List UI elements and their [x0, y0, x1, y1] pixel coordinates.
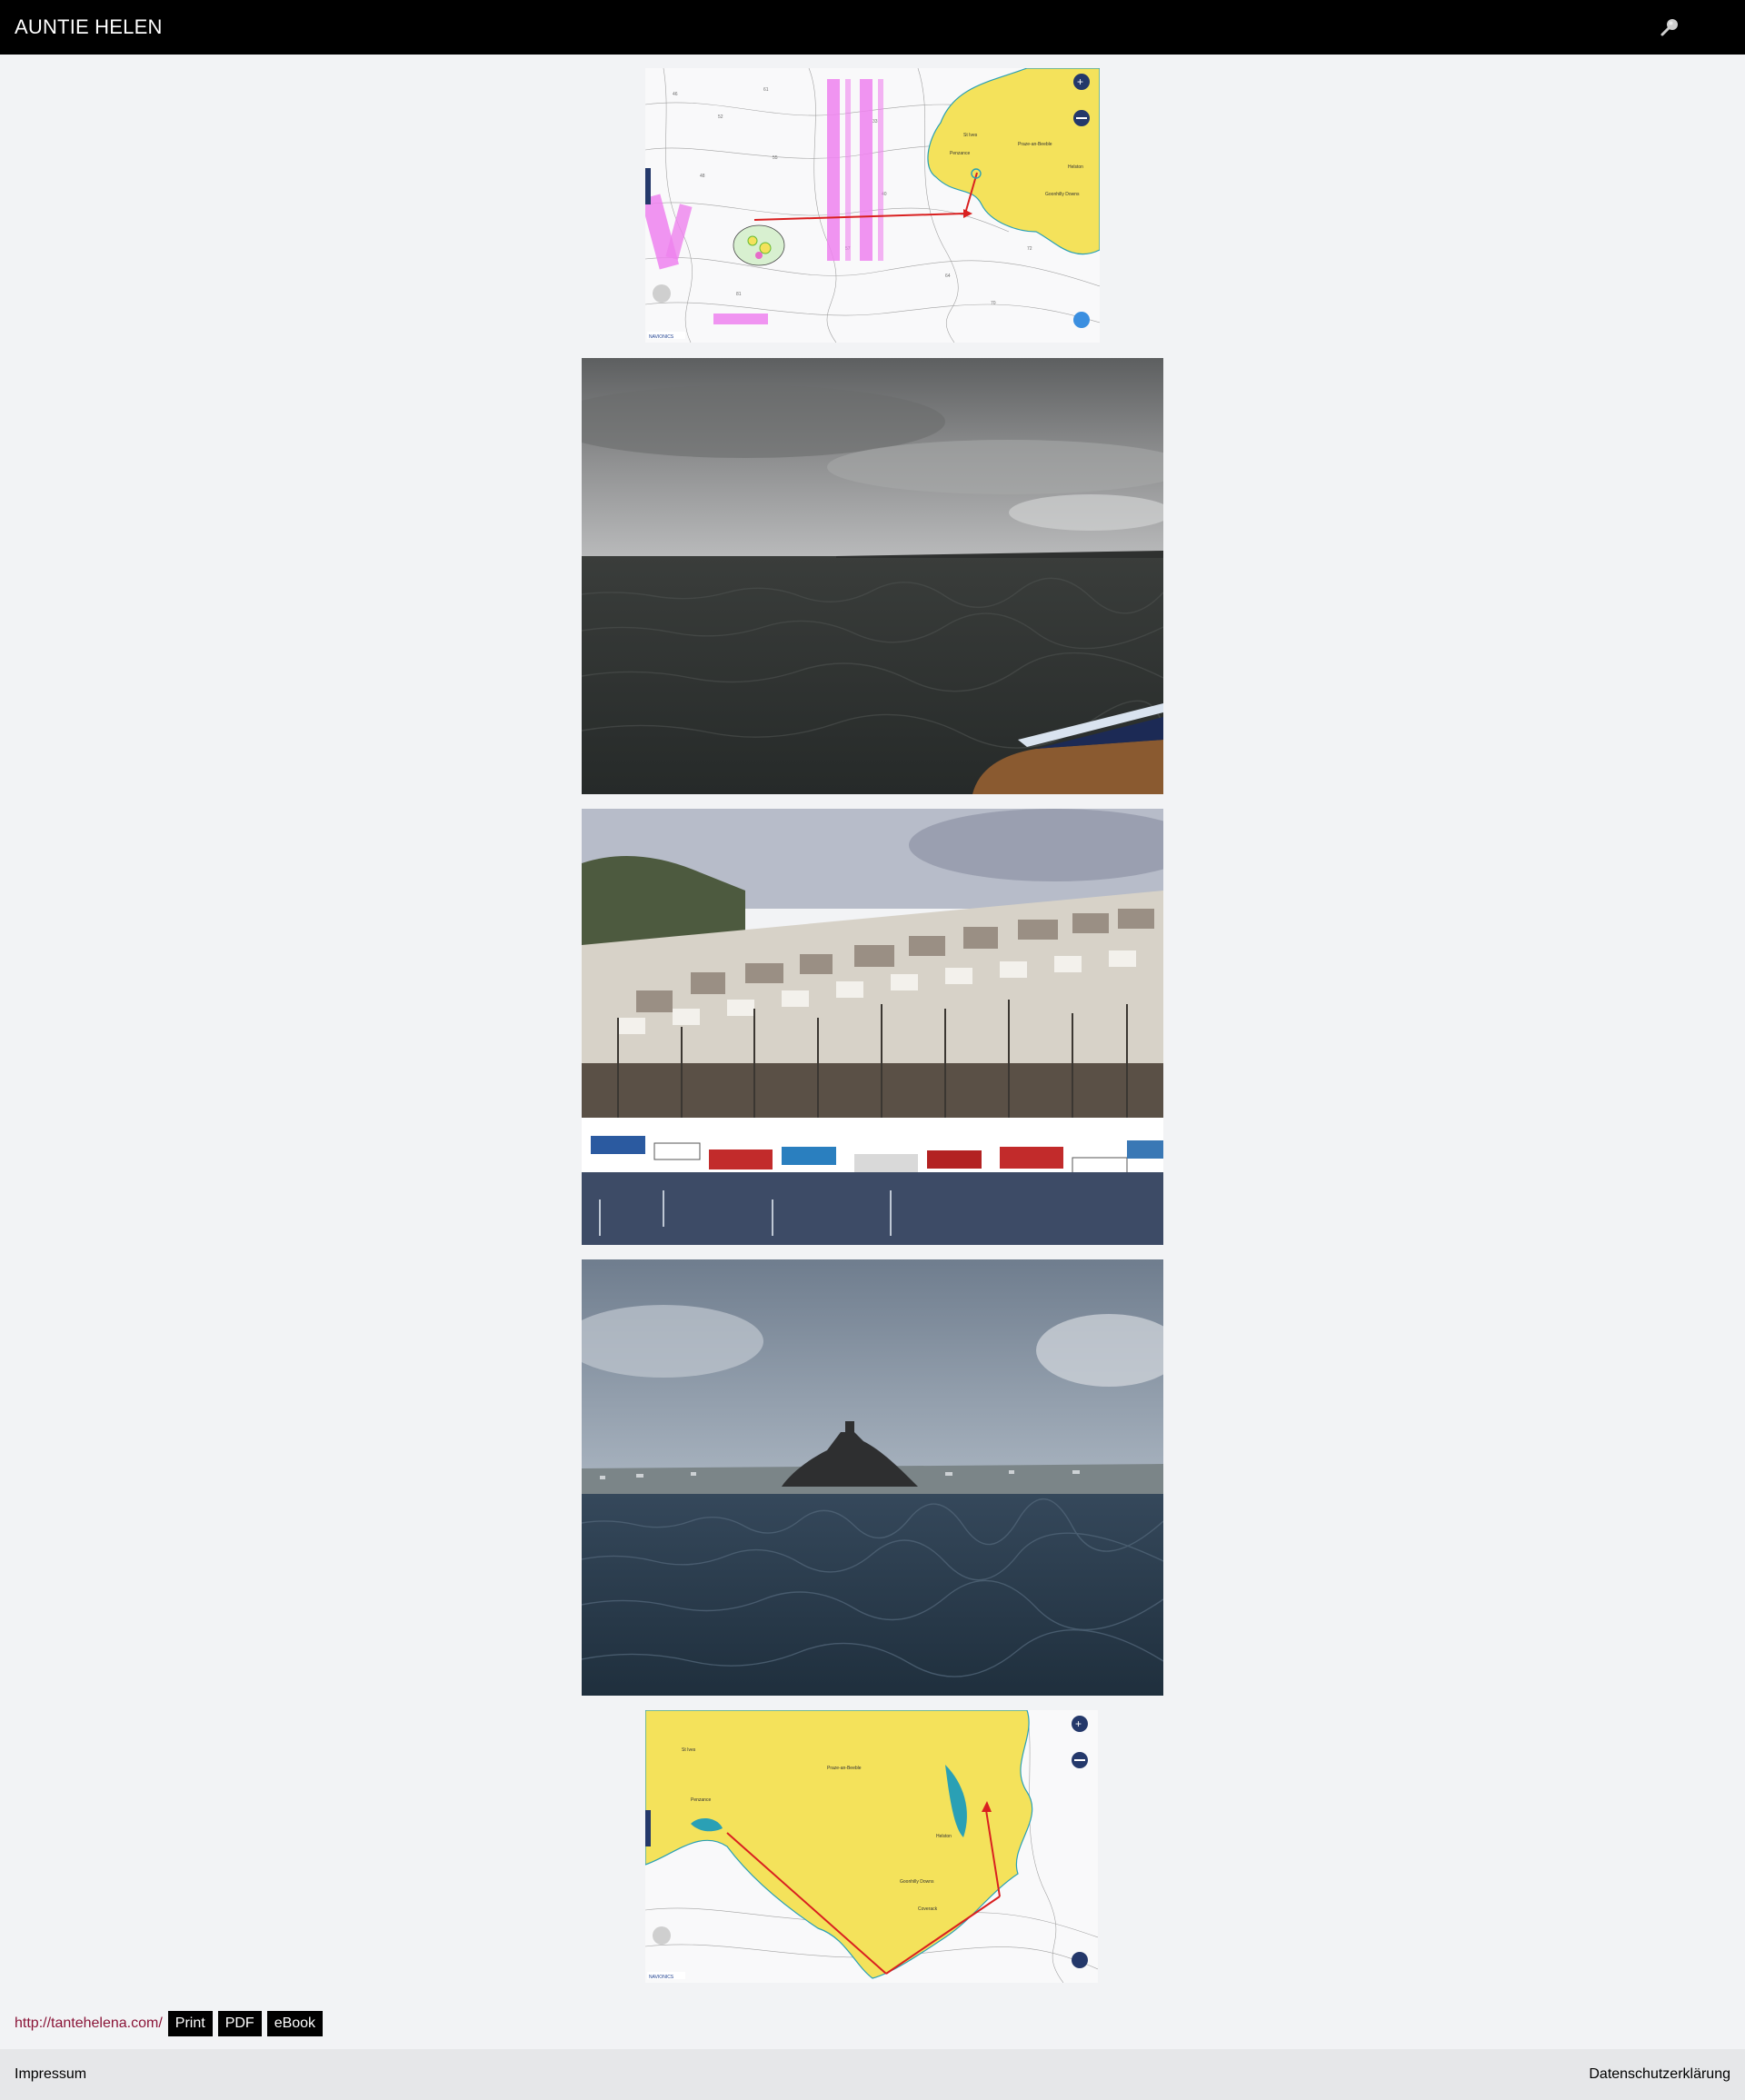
- svg-text:48: 48: [700, 174, 705, 179]
- svg-text:Penzance: Penzance: [691, 1797, 711, 1803]
- route-map-image-2[interactable]: St Ives Praze-an-Beeble Penzance Goonhilly…: [645, 1710, 1098, 1983]
- route-map-graphic-2: St Ives Praze-an-Beeble Penzance Goonhilly…: [645, 1710, 1098, 1983]
- svg-text:NAVIONICS: NAVIONICS: [649, 1975, 674, 1980]
- svg-text:61: 61: [763, 87, 769, 93]
- svg-text:Coverack: Coverack: [918, 1906, 938, 1912]
- top-bar: AUNTIE HELEN: [0, 0, 1745, 55]
- svg-text:70: 70: [991, 301, 996, 306]
- svg-text:81: 81: [736, 292, 742, 297]
- mount-photo[interactable]: [582, 1259, 1163, 1696]
- route-map-graphic: 465261 485533 405764 708172 St IvesPraze…: [645, 68, 1100, 343]
- print-button[interactable]: Print: [167, 2011, 213, 2036]
- bottom-bar: Impressum Datenschutzerklärung: [0, 2049, 1745, 2100]
- svg-text:64: 64: [945, 274, 951, 279]
- svg-text:Goonhilly Downs: Goonhilly Downs: [1045, 192, 1080, 197]
- share-links: http://tantehelena.com/ Print PDF eBook: [15, 2011, 324, 2036]
- ebook-button[interactable]: eBook: [266, 2011, 324, 2036]
- pdf-button[interactable]: PDF: [217, 2011, 262, 2036]
- svg-text:NAVIONICS: NAVIONICS: [649, 334, 674, 340]
- site-url-link[interactable]: http://tantehelena.com/: [15, 2015, 163, 2032]
- svg-text:Goonhilly Downs: Goonhilly Downs: [900, 1879, 934, 1885]
- search-button[interactable]: [1660, 16, 1681, 38]
- svg-text:Praze-an-Beeble: Praze-an-Beeble: [1018, 142, 1052, 147]
- svg-text:52: 52: [718, 114, 723, 120]
- route-map-image[interactable]: 465261 485533 405764 708172 St IvesPraze…: [645, 68, 1100, 343]
- harbour-photo-graphic: [582, 809, 1163, 1245]
- svg-text:Helston: Helston: [936, 1834, 952, 1839]
- imprint-link[interactable]: Impressum: [15, 2066, 86, 2083]
- svg-text:55: 55: [773, 155, 778, 161]
- mount-photo-graphic: [582, 1259, 1163, 1696]
- svg-text:33: 33: [872, 119, 878, 124]
- site-title[interactable]: AUNTIE HELEN: [15, 15, 163, 39]
- svg-text:+: +: [1075, 1717, 1082, 1730]
- privacy-link[interactable]: Datenschutzerklärung: [1589, 2066, 1730, 2083]
- magnifier-icon: [1660, 19, 1678, 36]
- harbour-photo[interactable]: [582, 809, 1163, 1245]
- svg-text:St Ives: St Ives: [682, 1747, 696, 1753]
- svg-text:Praze-an-Beeble: Praze-an-Beeble: [827, 1766, 862, 1771]
- svg-text:Penzance: Penzance: [950, 151, 970, 156]
- sea-photo-graphic: [582, 358, 1163, 794]
- svg-text:St Ives: St Ives: [963, 133, 978, 138]
- svg-text:72: 72: [1027, 246, 1032, 252]
- svg-text:46: 46: [673, 92, 678, 97]
- svg-text:+: +: [1077, 75, 1083, 88]
- sea-photo[interactable]: [582, 358, 1163, 794]
- svg-text:Helston: Helston: [1068, 164, 1083, 170]
